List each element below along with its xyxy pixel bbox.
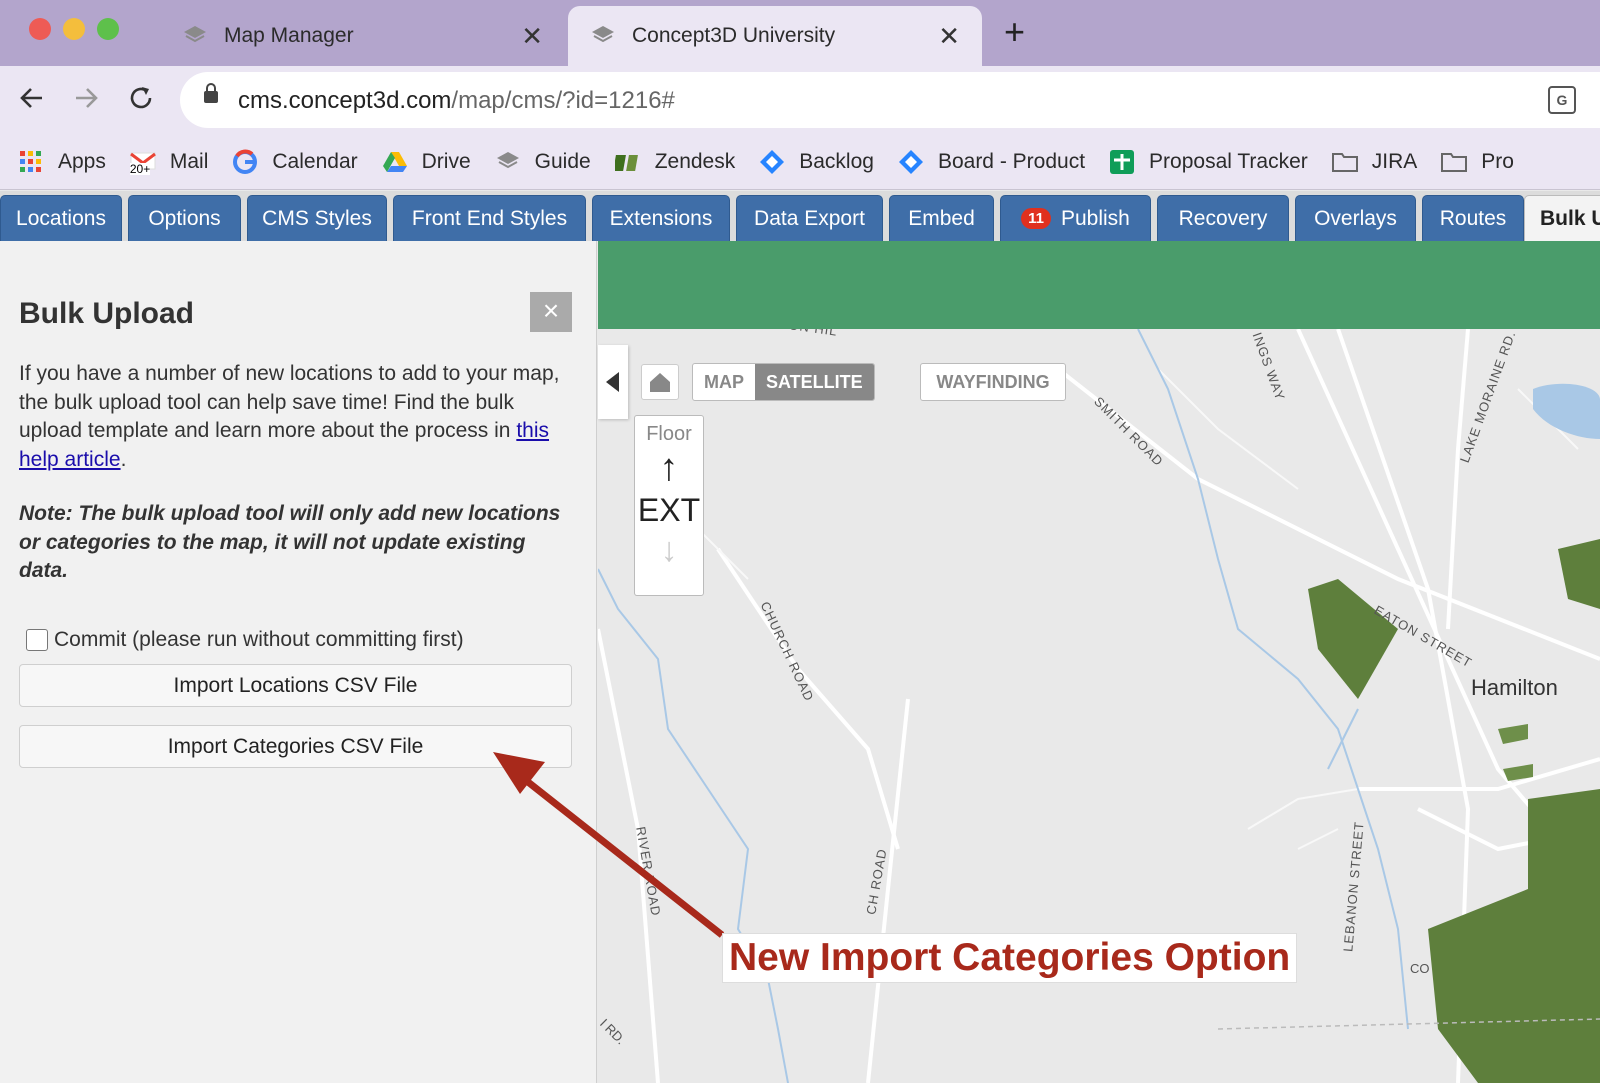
tab-embed[interactable]: Embed — [889, 195, 994, 241]
mail-count-badge: 20+ — [129, 161, 151, 176]
forward-arrow-icon[interactable] — [72, 84, 100, 112]
bookmark-guide[interactable]: Guide — [495, 149, 591, 175]
tab-locations[interactable]: Locations — [0, 195, 122, 241]
bookmark-label: Calendar — [272, 149, 358, 173]
jira-diamond-icon — [898, 149, 923, 174]
bookmark-backlog[interactable]: Backlog — [759, 149, 874, 175]
floor-down-arrow-icon[interactable]: ↓ — [635, 533, 703, 567]
bookmark-label: Proposal Tracker — [1149, 149, 1308, 173]
tab-bulk-upload[interactable]: Bulk U — [1524, 195, 1600, 241]
caret-left-icon — [606, 372, 619, 392]
bookmark-label: Drive — [421, 149, 471, 173]
annotation-callout: New Import Categories Option — [722, 933, 1298, 983]
commit-checkbox[interactable] — [26, 629, 48, 651]
layers-icon — [184, 26, 206, 43]
bookmark-apps[interactable]: Apps — [18, 149, 106, 175]
tab-publish[interactable]: 11 Publish — [1000, 195, 1151, 241]
tab-title: Concept3D University — [632, 24, 836, 47]
bookmark-label: JIRA — [1371, 149, 1418, 173]
tab-front-end-styles[interactable]: Front End Styles — [393, 195, 586, 241]
url-text: cms.concept3d.com/map/cms/?id=1216# — [238, 87, 675, 114]
lock-icon — [204, 83, 218, 103]
note-text: Note: The bulk upload tool will only add… — [19, 502, 561, 582]
folder-icon — [1331, 152, 1358, 172]
panel-close-button[interactable]: × — [530, 292, 572, 332]
bookmarks-bar: Apps 20+ Mail Calendar Drive Guide Zende… — [0, 134, 1600, 190]
bookmark-mail[interactable]: 20+ Mail — [129, 149, 209, 176]
gmail-icon: 20+ — [129, 149, 156, 176]
tab-cms-styles[interactable]: CMS Styles — [247, 195, 387, 241]
bookmark-zendesk[interactable]: Zendesk — [614, 149, 736, 175]
floor-value: EXT — [637, 492, 701, 528]
cms-tab-bar: Locations Options CMS Styles Front End S… — [0, 191, 1600, 241]
tab-recovery[interactable]: Recovery — [1157, 195, 1289, 241]
address-bar-row: cms.concept3d.com/map/cms/?id=1216# G — [0, 66, 1600, 134]
bookmark-label: Zendesk — [654, 149, 736, 173]
panel-title: Bulk Upload — [19, 297, 195, 330]
collapse-panel-button[interactable] — [598, 345, 628, 419]
jira-diamond-icon — [760, 149, 785, 174]
bookmark-label: Backlog — [799, 149, 874, 173]
home-button[interactable] — [641, 364, 679, 400]
floor-up-arrow-icon[interactable]: ↑ — [635, 449, 703, 487]
tab-extensions[interactable]: Extensions — [592, 195, 730, 241]
wayfinding-button[interactable]: WAYFINDING — [920, 363, 1066, 401]
browser-tab-concept3d-university[interactable]: Concept3D University ✕ — [568, 6, 982, 66]
bulk-upload-panel: Bulk Upload × If you have a number of ne… — [0, 241, 597, 1083]
url-input[interactable]: cms.concept3d.com/map/cms/?id=1216# G — [180, 72, 1600, 128]
reload-icon[interactable] — [127, 84, 155, 112]
bookmark-proposal-tracker[interactable]: Proposal Tracker — [1109, 149, 1308, 175]
bookmark-calendar[interactable]: Calendar — [232, 148, 358, 175]
intro-text: If you have a number of new locations to… — [19, 362, 560, 471]
tab-overlays[interactable]: Overlays — [1295, 195, 1416, 241]
home-icon — [650, 373, 670, 392]
tab-close-icon[interactable]: ✕ — [521, 23, 543, 49]
bookmark-jira-folder[interactable]: JIRA — [1331, 149, 1418, 175]
commit-label: Commit (please run without committing fi… — [54, 628, 464, 651]
bookmark-drive[interactable]: Drive — [382, 149, 471, 175]
map-mode-button[interactable]: MAP — [693, 364, 755, 400]
bookmark-label: Guide — [534, 149, 591, 173]
zendesk-icon — [614, 154, 638, 171]
browser-tab-bar: Map Manager ✕ Concept3D University ✕ + — [0, 0, 1600, 66]
back-arrow-icon[interactable] — [18, 84, 46, 112]
map-header-bar — [598, 241, 1600, 329]
bookmark-label: Pro — [1481, 149, 1514, 173]
bookmark-label: Board - Product — [937, 149, 1086, 173]
satellite-mode-button[interactable]: SATELLITE — [755, 364, 874, 400]
bookmark-pro-folder[interactable]: Pro — [1441, 149, 1514, 175]
tab-title: Map Manager — [224, 24, 354, 47]
publish-count-badge: 11 — [1021, 208, 1051, 229]
translate-icon[interactable]: G — [1548, 86, 1576, 114]
minimize-window-button[interactable] — [63, 18, 85, 40]
google-drive-icon — [382, 151, 407, 172]
map-label: CO — [1410, 961, 1430, 976]
tab-data-export[interactable]: Data Export — [736, 195, 883, 241]
zoom-window-button[interactable] — [97, 18, 119, 40]
bookmark-board-product[interactable]: Board - Product — [898, 149, 1085, 175]
import-locations-button[interactable]: Import Locations CSV File — [19, 664, 572, 707]
floor-label: Floor — [646, 423, 692, 445]
bookmark-label: Mail — [169, 149, 209, 173]
import-categories-button[interactable]: Import Categories CSV File — [19, 725, 572, 768]
map-label: Hamilton — [1471, 675, 1558, 700]
tab-close-icon[interactable]: ✕ — [938, 23, 960, 49]
tab-routes[interactable]: Routes — [1422, 195, 1524, 241]
close-window-button[interactable] — [29, 18, 51, 40]
new-tab-plus-icon[interactable]: + — [1004, 14, 1025, 50]
folder-icon — [1441, 152, 1468, 172]
map-type-toggle: MAP SATELLITE — [692, 363, 875, 401]
google-g-icon — [233, 148, 258, 174]
google-sheets-icon — [1110, 149, 1135, 174]
layers-icon — [592, 26, 614, 43]
commit-checkbox-row[interactable]: Commit (please run without committing fi… — [26, 628, 464, 652]
bookmark-label: Apps — [58, 149, 106, 173]
layers-icon — [496, 151, 519, 168]
tab-options[interactable]: Options — [128, 195, 241, 241]
floor-selector: Floor ↑ EXT ↓ — [634, 415, 704, 596]
browser-tab-map-manager[interactable]: Map Manager ✕ — [160, 6, 565, 66]
apps-grid-icon — [20, 150, 41, 172]
